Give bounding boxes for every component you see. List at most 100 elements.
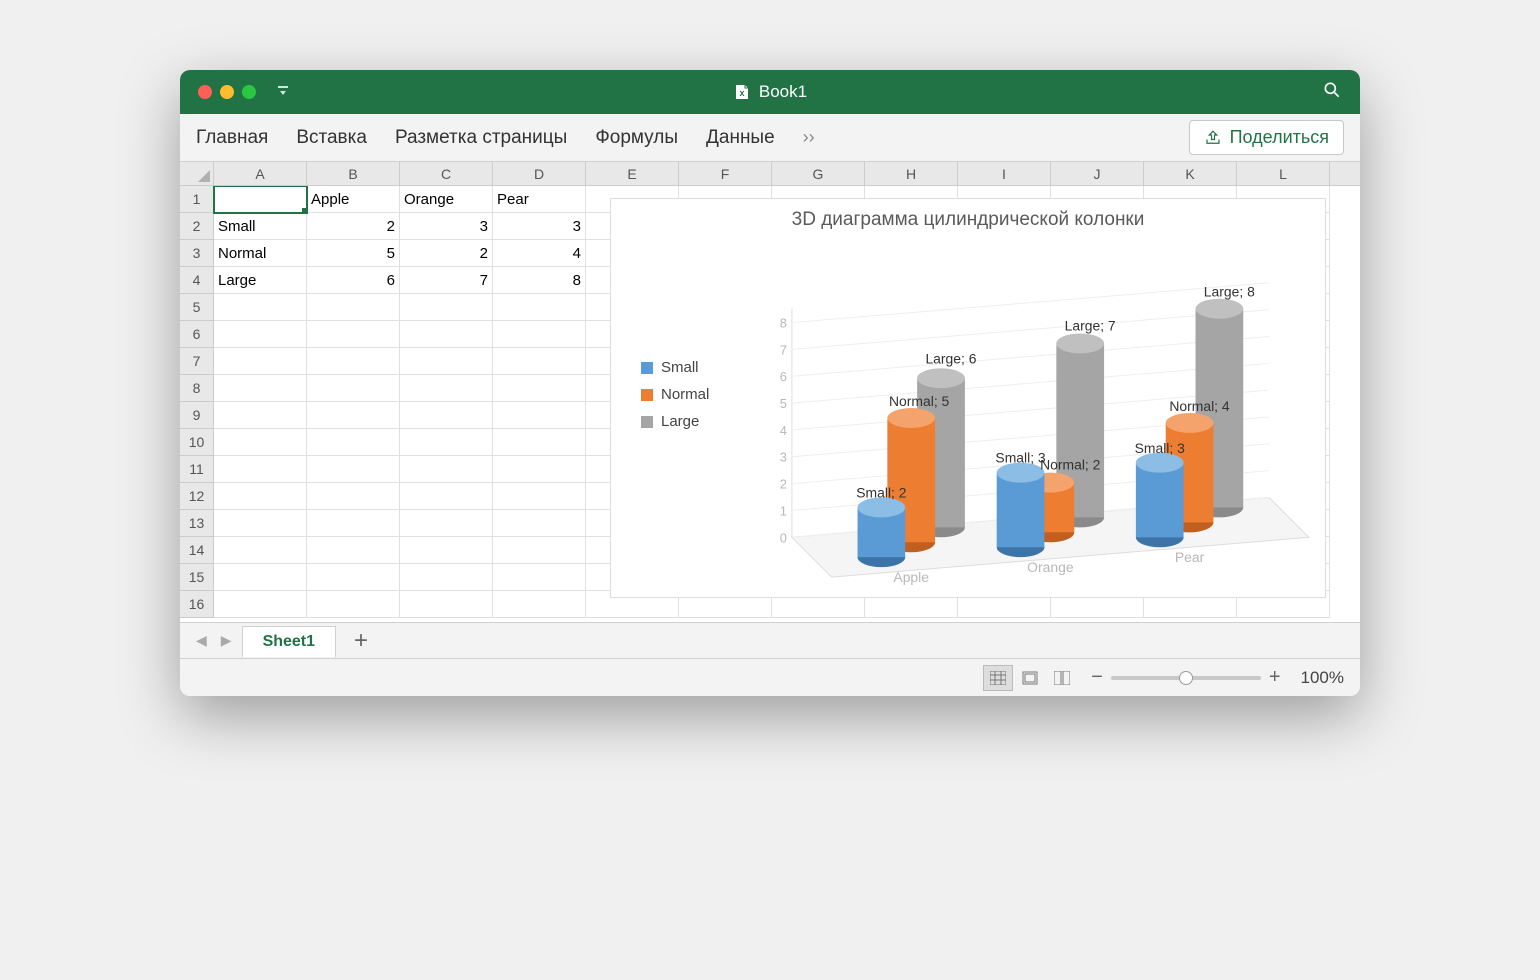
- row-header-14[interactable]: 14: [180, 537, 214, 564]
- cell-A9[interactable]: [214, 402, 307, 429]
- cell-C7[interactable]: [400, 348, 493, 375]
- ribbon-overflow-icon[interactable]: ››: [803, 127, 815, 148]
- sheet-tab-active[interactable]: Sheet1: [242, 626, 336, 657]
- cell-A11[interactable]: [214, 456, 307, 483]
- cell-C11[interactable]: [400, 456, 493, 483]
- column-header-E[interactable]: E: [586, 162, 679, 185]
- search-icon[interactable]: [1322, 80, 1342, 105]
- cell-A5[interactable]: [214, 294, 307, 321]
- cell-D9[interactable]: [493, 402, 586, 429]
- cell-C13[interactable]: [400, 510, 493, 537]
- column-header-K[interactable]: K: [1144, 162, 1237, 185]
- row-header-2[interactable]: 2: [180, 213, 214, 240]
- zoom-out-button[interactable]: −: [1091, 666, 1103, 689]
- row-header-13[interactable]: 13: [180, 510, 214, 537]
- cell-A1[interactable]: [214, 186, 307, 213]
- cell-B13[interactable]: [307, 510, 400, 537]
- cell-A14[interactable]: [214, 537, 307, 564]
- cell-B7[interactable]: [307, 348, 400, 375]
- cell-D1[interactable]: Pear: [493, 186, 586, 213]
- row-header-4[interactable]: 4: [180, 267, 214, 294]
- minimize-window-button[interactable]: [220, 85, 234, 99]
- zoom-in-button[interactable]: +: [1269, 666, 1281, 689]
- cell-A2[interactable]: Small: [214, 213, 307, 240]
- maximize-window-button[interactable]: [242, 85, 256, 99]
- close-window-button[interactable]: [198, 85, 212, 99]
- cell-B14[interactable]: [307, 537, 400, 564]
- spreadsheet-grid[interactable]: ABCDEFGHIJKL 1AppleOrangePear2Small2333N…: [180, 162, 1360, 622]
- zoom-thumb[interactable]: [1179, 671, 1193, 685]
- row-header-15[interactable]: 15: [180, 564, 214, 591]
- cell-A7[interactable]: [214, 348, 307, 375]
- cell-B6[interactable]: [307, 321, 400, 348]
- sheet-nav-prev[interactable]: ◀: [192, 632, 211, 649]
- cell-C6[interactable]: [400, 321, 493, 348]
- cell-C16[interactable]: [400, 591, 493, 618]
- cell-D10[interactable]: [493, 429, 586, 456]
- cell-B4[interactable]: 6: [307, 267, 400, 294]
- cell-D6[interactable]: [493, 321, 586, 348]
- cell-A6[interactable]: [214, 321, 307, 348]
- row-header-1[interactable]: 1: [180, 186, 214, 213]
- row-header-8[interactable]: 8: [180, 375, 214, 402]
- column-header-F[interactable]: F: [679, 162, 772, 185]
- column-header-B[interactable]: B: [307, 162, 400, 185]
- column-header-L[interactable]: L: [1237, 162, 1330, 185]
- cell-C8[interactable]: [400, 375, 493, 402]
- cell-B3[interactable]: 5: [307, 240, 400, 267]
- add-sheet-button[interactable]: +: [342, 627, 380, 655]
- zoom-slider[interactable]: − +: [1091, 666, 1280, 689]
- view-normal-button[interactable]: [983, 665, 1013, 691]
- tab-formulas[interactable]: Формулы: [595, 127, 678, 149]
- cell-C1[interactable]: Orange: [400, 186, 493, 213]
- cell-A4[interactable]: Large: [214, 267, 307, 294]
- cell-C10[interactable]: [400, 429, 493, 456]
- tab-insert[interactable]: Вставка: [296, 127, 367, 149]
- cell-D14[interactable]: [493, 537, 586, 564]
- quick-access-dropdown[interactable]: [276, 84, 290, 101]
- cell-A15[interactable]: [214, 564, 307, 591]
- cell-D7[interactable]: [493, 348, 586, 375]
- cell-B9[interactable]: [307, 402, 400, 429]
- cell-D4[interactable]: 8: [493, 267, 586, 294]
- row-header-11[interactable]: 11: [180, 456, 214, 483]
- cell-D8[interactable]: [493, 375, 586, 402]
- row-header-12[interactable]: 12: [180, 483, 214, 510]
- cell-B5[interactable]: [307, 294, 400, 321]
- tab-data[interactable]: Данные: [706, 127, 775, 149]
- row-header-3[interactable]: 3: [180, 240, 214, 267]
- cell-C14[interactable]: [400, 537, 493, 564]
- chart-object[interactable]: 3D диаграмма цилиндрической колонки Smal…: [610, 198, 1326, 598]
- cell-B2[interactable]: 2: [307, 213, 400, 240]
- cell-D15[interactable]: [493, 564, 586, 591]
- row-header-5[interactable]: 5: [180, 294, 214, 321]
- cell-D5[interactable]: [493, 294, 586, 321]
- sheet-nav-next[interactable]: ▶: [217, 632, 236, 649]
- cell-B12[interactable]: [307, 483, 400, 510]
- share-button[interactable]: Поделиться: [1189, 120, 1344, 155]
- column-header-A[interactable]: A: [214, 162, 307, 185]
- column-header-G[interactable]: G: [772, 162, 865, 185]
- cell-C9[interactable]: [400, 402, 493, 429]
- cell-D12[interactable]: [493, 483, 586, 510]
- cell-D11[interactable]: [493, 456, 586, 483]
- column-header-H[interactable]: H: [865, 162, 958, 185]
- cell-C5[interactable]: [400, 294, 493, 321]
- cell-C3[interactable]: 2: [400, 240, 493, 267]
- zoom-level[interactable]: 100%: [1301, 668, 1344, 688]
- cell-C4[interactable]: 7: [400, 267, 493, 294]
- view-page-layout-button[interactable]: [1015, 665, 1045, 691]
- cell-B11[interactable]: [307, 456, 400, 483]
- column-header-I[interactable]: I: [958, 162, 1051, 185]
- zoom-track[interactable]: [1111, 676, 1261, 680]
- row-header-16[interactable]: 16: [180, 591, 214, 618]
- cell-D3[interactable]: 4: [493, 240, 586, 267]
- row-header-7[interactable]: 7: [180, 348, 214, 375]
- cell-B16[interactable]: [307, 591, 400, 618]
- row-header-6[interactable]: 6: [180, 321, 214, 348]
- cell-A8[interactable]: [214, 375, 307, 402]
- cell-C2[interactable]: 3: [400, 213, 493, 240]
- cell-B15[interactable]: [307, 564, 400, 591]
- column-header-D[interactable]: D: [493, 162, 586, 185]
- cell-C12[interactable]: [400, 483, 493, 510]
